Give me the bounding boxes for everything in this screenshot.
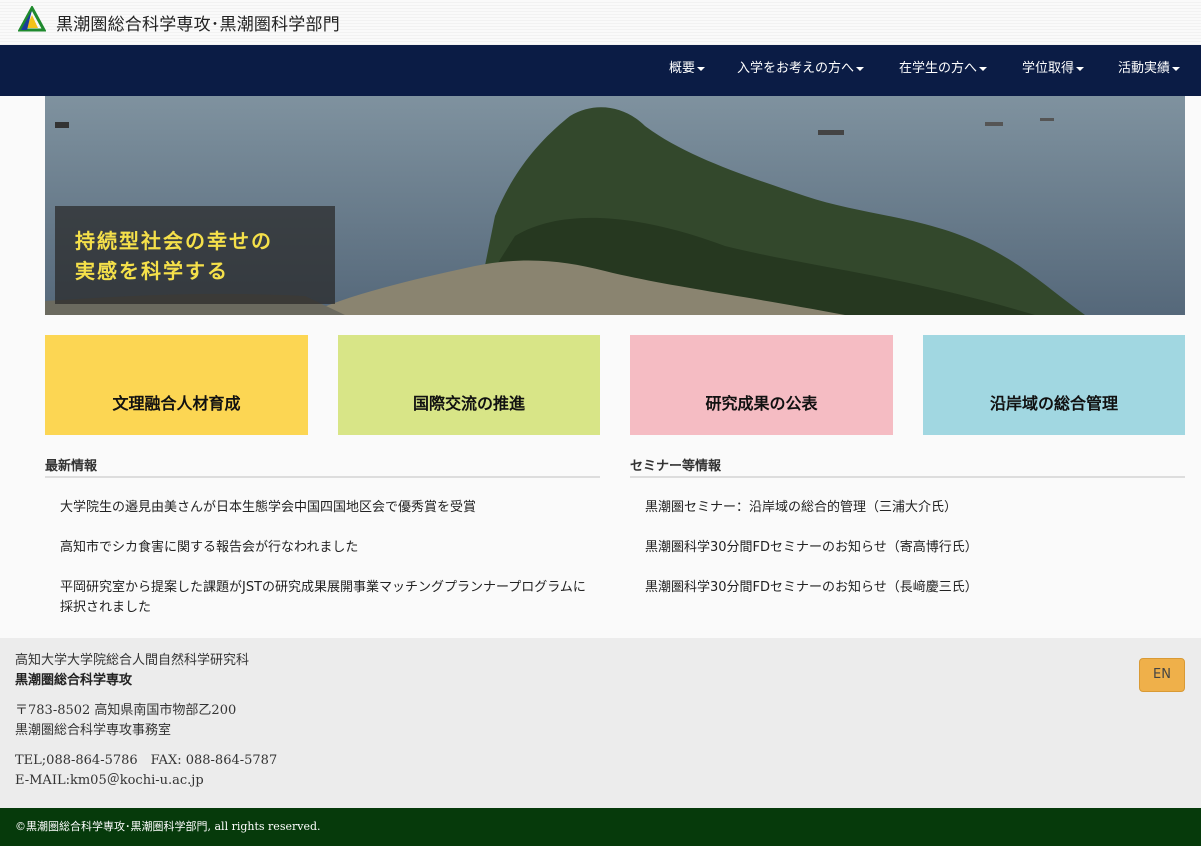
nav-item-label: 在学生の方へ: [899, 61, 978, 76]
site-title[interactable]: 黒潮圏総合科学専攻･黒潮圏科学部門: [56, 10, 340, 35]
nav-item-label: 活動実績: [1118, 61, 1171, 76]
english-language-button[interactable]: EN: [1139, 658, 1185, 692]
seminar-item[interactable]: 黒潮圏セミナー：沿岸域の総合的管理（三浦大介氏）: [645, 498, 1175, 518]
footer-address: 〒783-8502 高知県南国市物部乙200: [15, 703, 237, 718]
nav-item-degree[interactable]: 学位取得: [1022, 45, 1085, 96]
hero-banner: 持続型社会の幸せの 実感を科学する: [45, 96, 1185, 315]
news-item[interactable]: 高知市でシカ食害に関する報告会が行なわれました: [60, 538, 590, 558]
nav-item-label: 概要: [669, 61, 696, 76]
card-international[interactable]: 国際交流の推進: [338, 335, 600, 435]
footer-email[interactable]: E-MAIL:km05＠kochi-u.ac.jp: [15, 769, 204, 788]
hero-tagline-box: 持続型社会の幸せの 実感を科学する: [55, 206, 335, 304]
card-label: 国際交流の推進: [412, 394, 525, 413]
footer-department-name: 黒潮圏総合科学専攻: [15, 673, 133, 688]
site-footer: 高知大学大学院総合人間自然科学研究科 黒潮圏総合科学専攻 〒783-8502 高…: [0, 638, 1201, 808]
hero-tagline-line1: 持続型社会の幸せの: [75, 229, 273, 253]
site-header: 黒潮圏総合科学専攻･黒潮圏科学部門: [0, 0, 1201, 45]
card-interdisciplinary[interactable]: 文理融合人材育成: [45, 335, 308, 435]
nav-item-students[interactable]: 在学生の方へ: [899, 45, 988, 96]
nav-item-label: 学位取得: [1022, 61, 1075, 76]
caret-down-icon: [979, 66, 988, 71]
caret-down-icon: [1076, 66, 1085, 71]
card-label: 研究成果の公表: [705, 394, 818, 413]
seminar-item[interactable]: 黒潮圏科学30分間FDセミナーのお知らせ（長﨑慶三氏）: [645, 578, 1175, 598]
news-item[interactable]: 平岡研究室から提案した課題がJSTの研究成果展開事業マッチングプランナープログラ…: [60, 578, 590, 618]
news-heading: 最新情報: [45, 455, 600, 478]
copyright: ©黒潮圏総合科学専攻･黒潮圏科学部門, all rights reserved.: [0, 808, 1201, 846]
nav-item-label: 入学をお考えの方へ: [737, 61, 855, 76]
card-coastal-management[interactable]: 沿岸域の総合管理: [923, 335, 1185, 435]
seminar-heading: セミナー等情報: [630, 455, 1185, 478]
footer-phone-fax: TEL;088-864-5786 FAX: 088-864-5787: [15, 753, 278, 768]
card-label: 沿岸域の総合管理: [989, 394, 1118, 413]
footer-graduate-school: 高知大学大学院総合人間自然科学研究科: [15, 653, 250, 668]
nav-item-activities[interactable]: 活動実績: [1118, 45, 1181, 96]
seminar-item[interactable]: 黒潮圏科学30分間FDセミナーのお知らせ（寄高博行氏）: [645, 538, 1175, 558]
hero-tagline: 持続型社会の幸せの 実感を科学する: [75, 226, 273, 286]
card-label: 文理融合人材育成: [112, 394, 241, 413]
university-logo-icon[interactable]: [18, 6, 46, 32]
nav-item-overview[interactable]: 概要: [669, 45, 706, 96]
caret-down-icon: [697, 66, 706, 71]
caret-down-icon: [1172, 66, 1181, 71]
card-research-results[interactable]: 研究成果の公表: [630, 335, 893, 435]
hero-tagline-line2: 実感を科学する: [75, 259, 229, 283]
main-navbar: 概要 入学をお考えの方へ 在学生の方へ 学位取得 活動実績: [0, 45, 1201, 96]
news-item[interactable]: 大学院生の邉見由美さんが日本生態学会中国四国地区会で優秀賞を受賞: [60, 498, 590, 518]
caret-down-icon: [856, 66, 865, 71]
footer-office: 黒潮圏総合科学専攻事務室: [15, 723, 172, 738]
nav-item-admission[interactable]: 入学をお考えの方へ: [737, 45, 865, 96]
